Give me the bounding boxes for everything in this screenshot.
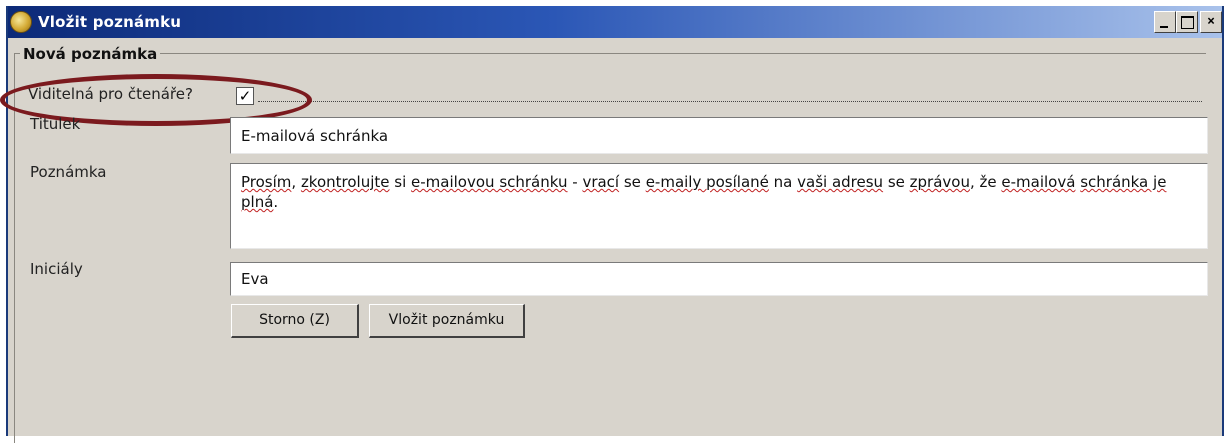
initials-input[interactable]: Eva bbox=[230, 262, 1208, 296]
note-text-segment: vrací bbox=[582, 173, 620, 191]
note-text-segment: se bbox=[619, 173, 646, 191]
window-title: Vložit poznámku bbox=[38, 13, 182, 31]
note-text-segment: vaši adresu bbox=[797, 173, 884, 191]
note-textarea[interactable]: Prosím, zkontrolujte si e-mailovou schrá… bbox=[230, 163, 1208, 249]
groupbox-legend: Nová poznámka bbox=[20, 45, 161, 63]
initials-label: Iniciály bbox=[30, 260, 83, 278]
title-bar[interactable]: Vložit poznámku × bbox=[8, 6, 1222, 38]
note-text-segment: e-maily posílané bbox=[645, 173, 769, 191]
note-text-segment: . bbox=[273, 193, 279, 211]
note-text-segment: , bbox=[291, 173, 301, 191]
note-text-segment: zkontrolujte bbox=[300, 173, 390, 191]
focus-dotted-line bbox=[258, 101, 1202, 102]
globe-icon bbox=[10, 11, 32, 33]
note-text-segment: si bbox=[389, 173, 412, 191]
note-text-segment: e-mailovou schránku bbox=[411, 173, 568, 191]
title-input[interactable]: E-mailová schránka bbox=[230, 117, 1208, 154]
cancel-button[interactable]: Storno (Z) bbox=[231, 304, 359, 338]
note-text-segment: Prosím bbox=[241, 173, 292, 191]
note-text-segment: se bbox=[883, 173, 910, 191]
note-text-segment: na bbox=[768, 173, 798, 191]
minimize-button[interactable] bbox=[1154, 11, 1176, 33]
maximize-button[interactable] bbox=[1176, 11, 1198, 33]
note-text-segment: - bbox=[567, 173, 583, 191]
note-text-segment: , že bbox=[969, 173, 1002, 191]
note-text-segment: e-mailová bbox=[1001, 173, 1076, 191]
title-label: Titulek bbox=[30, 115, 81, 133]
close-button[interactable]: × bbox=[1200, 11, 1222, 33]
note-label: Poznámka bbox=[30, 163, 107, 181]
insert-note-button[interactable]: Vložit poznámku bbox=[369, 304, 525, 338]
note-text-segment: zprávou bbox=[909, 173, 970, 191]
